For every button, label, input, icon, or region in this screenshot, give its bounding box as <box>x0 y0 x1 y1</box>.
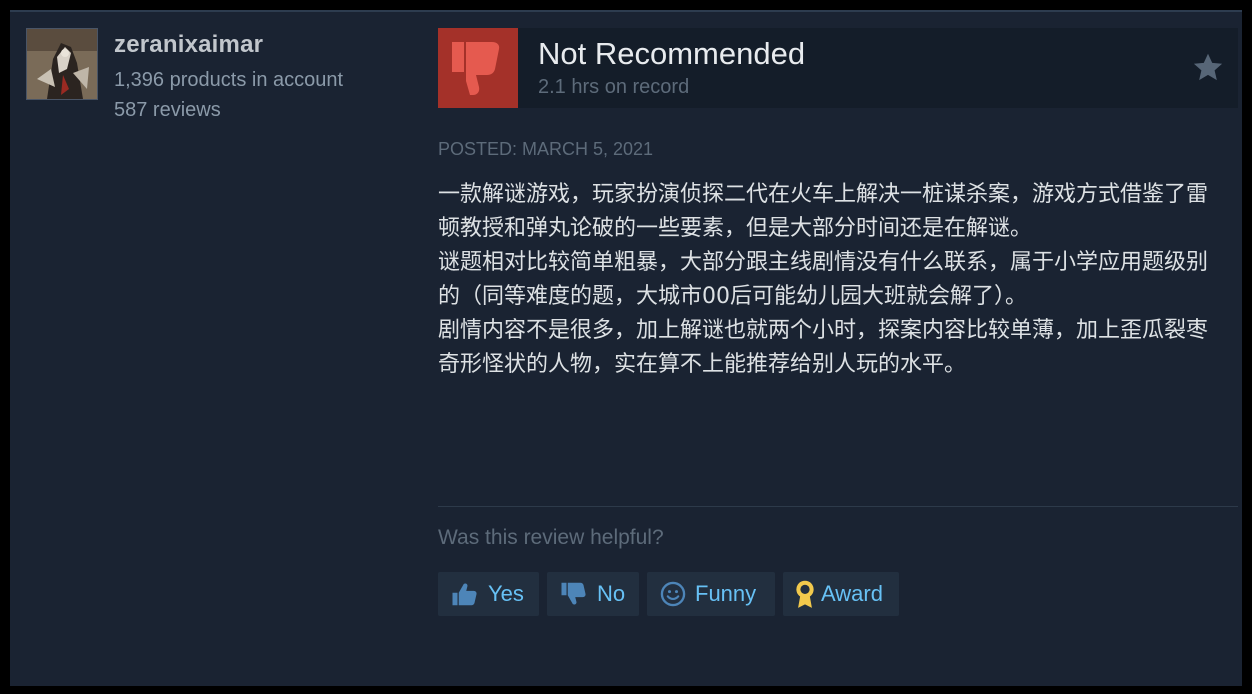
helpful-question: Was this review helpful? <box>438 526 664 549</box>
user-avatar[interactable] <box>26 28 98 100</box>
posted-date: POSTED: MARCH 5, 2021 <box>438 139 654 159</box>
vote-funny-button[interactable]: Funny <box>647 572 775 616</box>
vote-no-button[interactable]: No <box>547 572 639 616</box>
thumbs-down-icon <box>452 42 500 95</box>
vote-no-label: No <box>597 581 626 606</box>
thumbs-down-icon <box>561 582 586 605</box>
review-verdict[interactable]: Not Recommended <box>538 36 805 72</box>
hours-on-record: 2.1 hrs on record <box>538 76 690 98</box>
review-paragraph: 谜题相对比较简单粗暴，大部分跟主线剧情没有什么联系，属于小学应用题级别的（同等难… <box>438 250 1209 309</box>
vote-funny-label: Funny <box>695 581 757 606</box>
products-count[interactable]: 1,396 products in account <box>114 69 343 92</box>
review-header: Not Recommended 2.1 hrs on record <box>438 28 1238 108</box>
award-button[interactable]: Award <box>783 572 899 616</box>
review-panel: zeranixaimar 1,396 products in account 5… <box>10 10 1242 686</box>
reviews-count[interactable]: 587 reviews <box>114 99 221 122</box>
award-ribbon-icon <box>796 580 814 608</box>
vote-yes-label: Yes <box>488 581 524 606</box>
thumbs-up-icon <box>452 583 477 606</box>
thumbs-down-badge <box>438 28 518 108</box>
divider <box>438 506 1238 507</box>
award-label: Award <box>821 581 883 606</box>
vote-yes-button[interactable]: Yes <box>438 572 539 616</box>
username[interactable]: zeranixaimar <box>114 31 263 59</box>
review-paragraph: 一款解谜游戏，玩家扮演侦探二代在火车上解决一桩谋杀案，游戏方式借鉴了雷顿教授和弹… <box>438 182 1209 241</box>
smiley-icon <box>660 581 686 607</box>
review-paragraph: 剧情内容不是很多，加上解谜也就两个小时，探案内容比较单薄，加上歪瓜裂枣奇形怪状的… <box>438 318 1209 377</box>
review-body: 一款解谜游戏，玩家扮演侦探二代在火车上解决一桩谋杀案，游戏方式借鉴了雷顿教授和弹… <box>438 178 1228 382</box>
star-icon[interactable] <box>1190 50 1226 86</box>
